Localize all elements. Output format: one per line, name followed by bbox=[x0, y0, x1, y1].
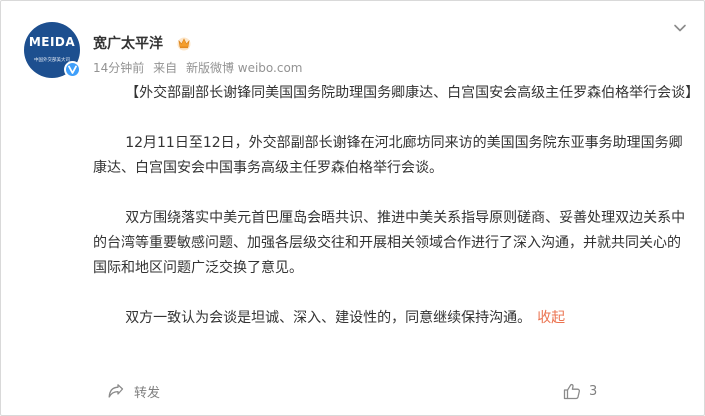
forward-label: 转发 bbox=[134, 385, 161, 401]
forward-button[interactable]: 转发 bbox=[107, 379, 160, 403]
username[interactable]: 宽广太平洋 bbox=[93, 35, 163, 53]
post-paragraph-3: 双方一致认为会谈是坦诚、深入、建设性的，同意继续保持沟通。 bbox=[125, 310, 532, 326]
chevron-down-icon[interactable] bbox=[673, 21, 687, 35]
weibo-post-card: MEIDA 中国外交部美大司 宽广太平洋 14分钟前 来自 新版微博 weibo… bbox=[0, 0, 705, 416]
post-source[interactable]: 新版微博 weibo.com bbox=[186, 61, 303, 75]
avatar-logo-text: MEIDA bbox=[28, 35, 76, 49]
post-footer: 转发 3 bbox=[1, 379, 704, 403]
post-meta: 14分钟前 来自 新版微博 weibo.com bbox=[93, 60, 308, 76]
forward-icon bbox=[108, 384, 124, 398]
post-content: 【外交部副部长谢锋同美国国务院助理国务卿康达、白宫国安会高级主任罗森伯格举行会谈… bbox=[93, 81, 700, 331]
post-time[interactable]: 14分钟前 bbox=[93, 61, 144, 75]
like-button[interactable]: 3 bbox=[563, 379, 597, 403]
crown-icon[interactable] bbox=[176, 35, 192, 51]
post-paragraph-3-wrapper: 双方一致认为会谈是坦诚、深入、建设性的，同意继续保持沟通。 收起 bbox=[93, 306, 693, 331]
like-count: 3 bbox=[589, 383, 598, 399]
post-source-prefix: 来自 bbox=[153, 61, 178, 75]
post-paragraph-2: 双方围绕落实中美元首巴厘岛会晤共识、推进中美关系指导原则磋商、妥善处理双边关系中… bbox=[93, 210, 686, 276]
collapse-link[interactable]: 收起 bbox=[537, 310, 565, 326]
verified-badge-icon bbox=[64, 61, 81, 78]
post-title: 【外交部副部长谢锋同美国国务院助理国务卿康达、白宫国安会高级主任罗森伯格举行会谈… bbox=[125, 85, 700, 101]
post-paragraph-1: 12月11日至12日，外交部副部长谢锋在河北廊坊同来访的美国国务院东亚事务助理国… bbox=[93, 135, 683, 176]
thumbs-up-icon bbox=[563, 383, 581, 399]
